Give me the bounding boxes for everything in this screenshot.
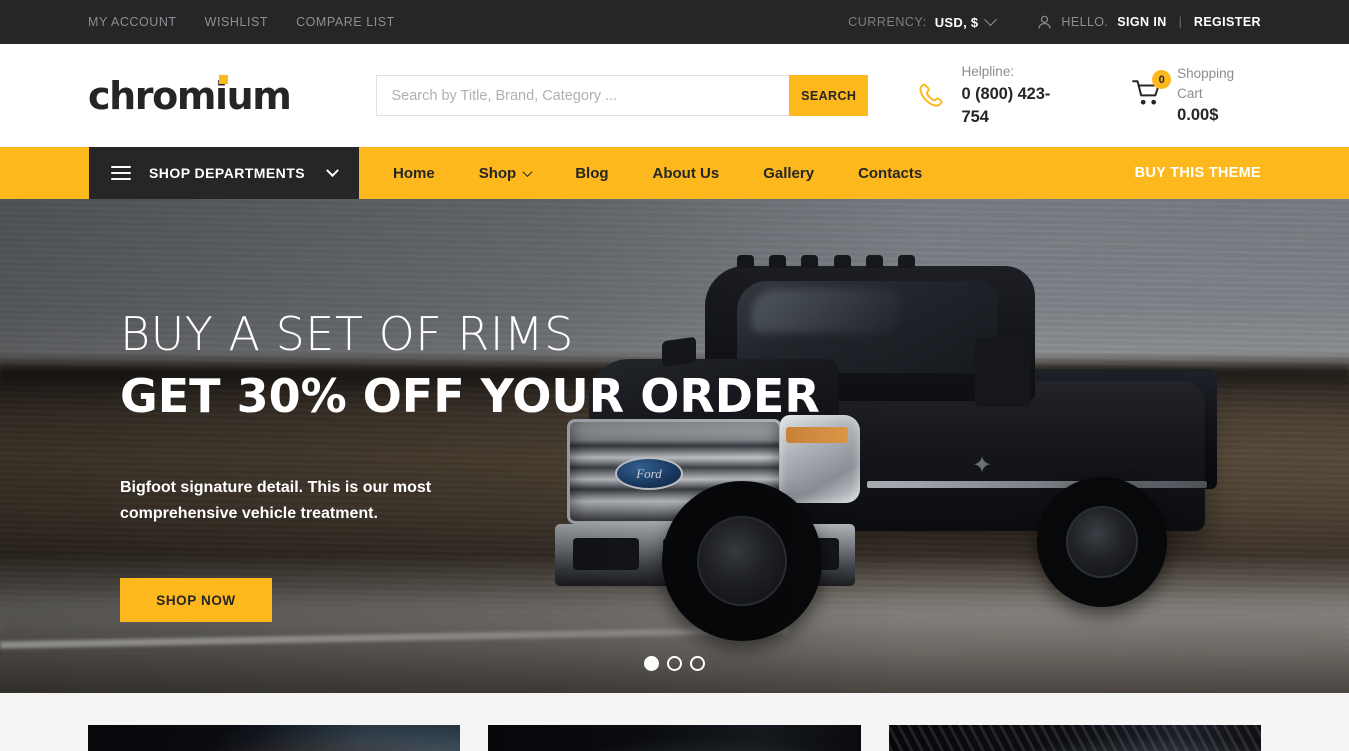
cart-badge: 0	[1152, 70, 1172, 89]
promo-cards-strip	[0, 693, 1349, 751]
top-bar-links: MY ACCOUNT WISHLIST COMPARE LIST	[88, 15, 395, 29]
nav-items: Home Shop Blog About Us Gallery Contacts	[359, 147, 944, 199]
carousel-dot-3[interactable]	[690, 656, 705, 671]
site-header: chromium SEARCH Helpline: 0 (800) 423-75…	[0, 44, 1349, 147]
nav-item-shop[interactable]: Shop	[457, 147, 554, 199]
promo-card-1[interactable]	[88, 725, 461, 751]
hamburger-icon	[111, 165, 131, 181]
currency-selector[interactable]: CURRENCY: USD, $	[848, 12, 998, 30]
hero-headline-line1: BUY A SET OF RIMS	[120, 307, 574, 361]
nav-item-about-us[interactable]: About Us	[631, 147, 742, 199]
nav-item-label: Blog	[575, 164, 609, 182]
shop-departments-button[interactable]: SHOP DEPARTMENTS	[89, 147, 359, 199]
nav-item-home[interactable]: Home	[371, 147, 457, 199]
hello-text: HELLO.	[1061, 15, 1109, 29]
nav-item-contacts[interactable]: Contacts	[836, 147, 944, 199]
helpline-text: Helpline: 0 (800) 423-754	[962, 62, 1076, 128]
register-link[interactable]: REGISTER	[1194, 15, 1261, 29]
carousel-dot-2[interactable]	[667, 656, 682, 671]
phone-icon	[919, 83, 943, 107]
site-logo[interactable]: chromium	[88, 73, 292, 118]
cart-text: Shopping Cart 0.00$	[1177, 64, 1261, 128]
sign-in-link[interactable]: SIGN IN	[1117, 15, 1166, 29]
shop-departments-label: SHOP DEPARTMENTS	[149, 165, 306, 181]
nav-item-label: Contacts	[858, 164, 923, 182]
buy-this-theme-button[interactable]: BUY THIS THEME	[1135, 147, 1349, 199]
hero-subtitle: Bigfoot signature detail. This is our mo…	[120, 479, 432, 522]
chevron-down-icon	[984, 12, 998, 26]
carousel-dots	[0, 656, 1349, 671]
shop-now-button[interactable]: SHOP NOW	[120, 578, 272, 623]
top-link-wishlist[interactable]: WISHLIST	[205, 15, 268, 29]
carousel-dot-1[interactable]	[644, 656, 659, 671]
search-input[interactable]	[375, 75, 790, 116]
person-icon	[1038, 15, 1051, 28]
cart-icon-wrap: 0	[1132, 70, 1172, 112]
promo-card-3[interactable]	[888, 725, 1261, 751]
top-bar: MY ACCOUNT WISHLIST COMPARE LIST CURRENC…	[0, 0, 1349, 44]
top-bar-right: CURRENCY: USD, $ HELLO. SIGN IN | REGIST…	[848, 12, 1261, 30]
chevron-down-icon	[326, 163, 339, 177]
currency-label: CURRENCY:	[848, 15, 927, 29]
helpline-label: Helpline:	[961, 64, 1015, 80]
cart-label: Shopping Cart	[1177, 65, 1235, 101]
currency-value: USD, $	[934, 14, 979, 30]
helpline-number: 0 (800) 423-754	[961, 84, 1051, 126]
nav-item-label: Gallery	[763, 164, 815, 182]
main-navigation: SHOP DEPARTMENTS Home Shop Blog About Us…	[0, 147, 1349, 199]
hero-slider: ✦ Ford BUY A SET OF RIMS GET 30% OFF YOU…	[0, 199, 1349, 693]
nav-item-label: Shop	[478, 164, 517, 182]
top-link-my-account[interactable]: MY ACCOUNT	[88, 15, 177, 29]
cart-amount: 0.00$	[1177, 106, 1219, 125]
helpline-block: Helpline: 0 (800) 423-754	[916, 62, 1075, 128]
nav-item-label: Home	[393, 164, 435, 182]
search-bar: SEARCH	[375, 75, 869, 116]
logo-dot-icon	[219, 74, 228, 84]
search-button[interactable]: SEARCH	[789, 75, 869, 116]
chevron-down-icon	[522, 166, 533, 177]
hero-content: BUY A SET OF RIMS GET 30% OFF YOUR ORDER…	[120, 307, 820, 623]
shopping-cart-block[interactable]: 0 Shopping Cart 0.00$	[1132, 64, 1261, 128]
top-link-compare-list[interactable]: COMPARE LIST	[296, 15, 395, 29]
nav-item-label: About Us	[652, 164, 720, 182]
separator: |	[1178, 15, 1182, 29]
logo-text: chromium	[88, 73, 292, 118]
promo-card-2[interactable]	[488, 725, 861, 751]
nav-item-gallery[interactable]: Gallery	[741, 147, 836, 199]
nav-item-blog[interactable]: Blog	[553, 147, 630, 199]
account-block: HELLO. SIGN IN | REGISTER	[1037, 15, 1261, 30]
hero-headline-line2: GET 30% OFF YOUR ORDER	[120, 368, 820, 423]
